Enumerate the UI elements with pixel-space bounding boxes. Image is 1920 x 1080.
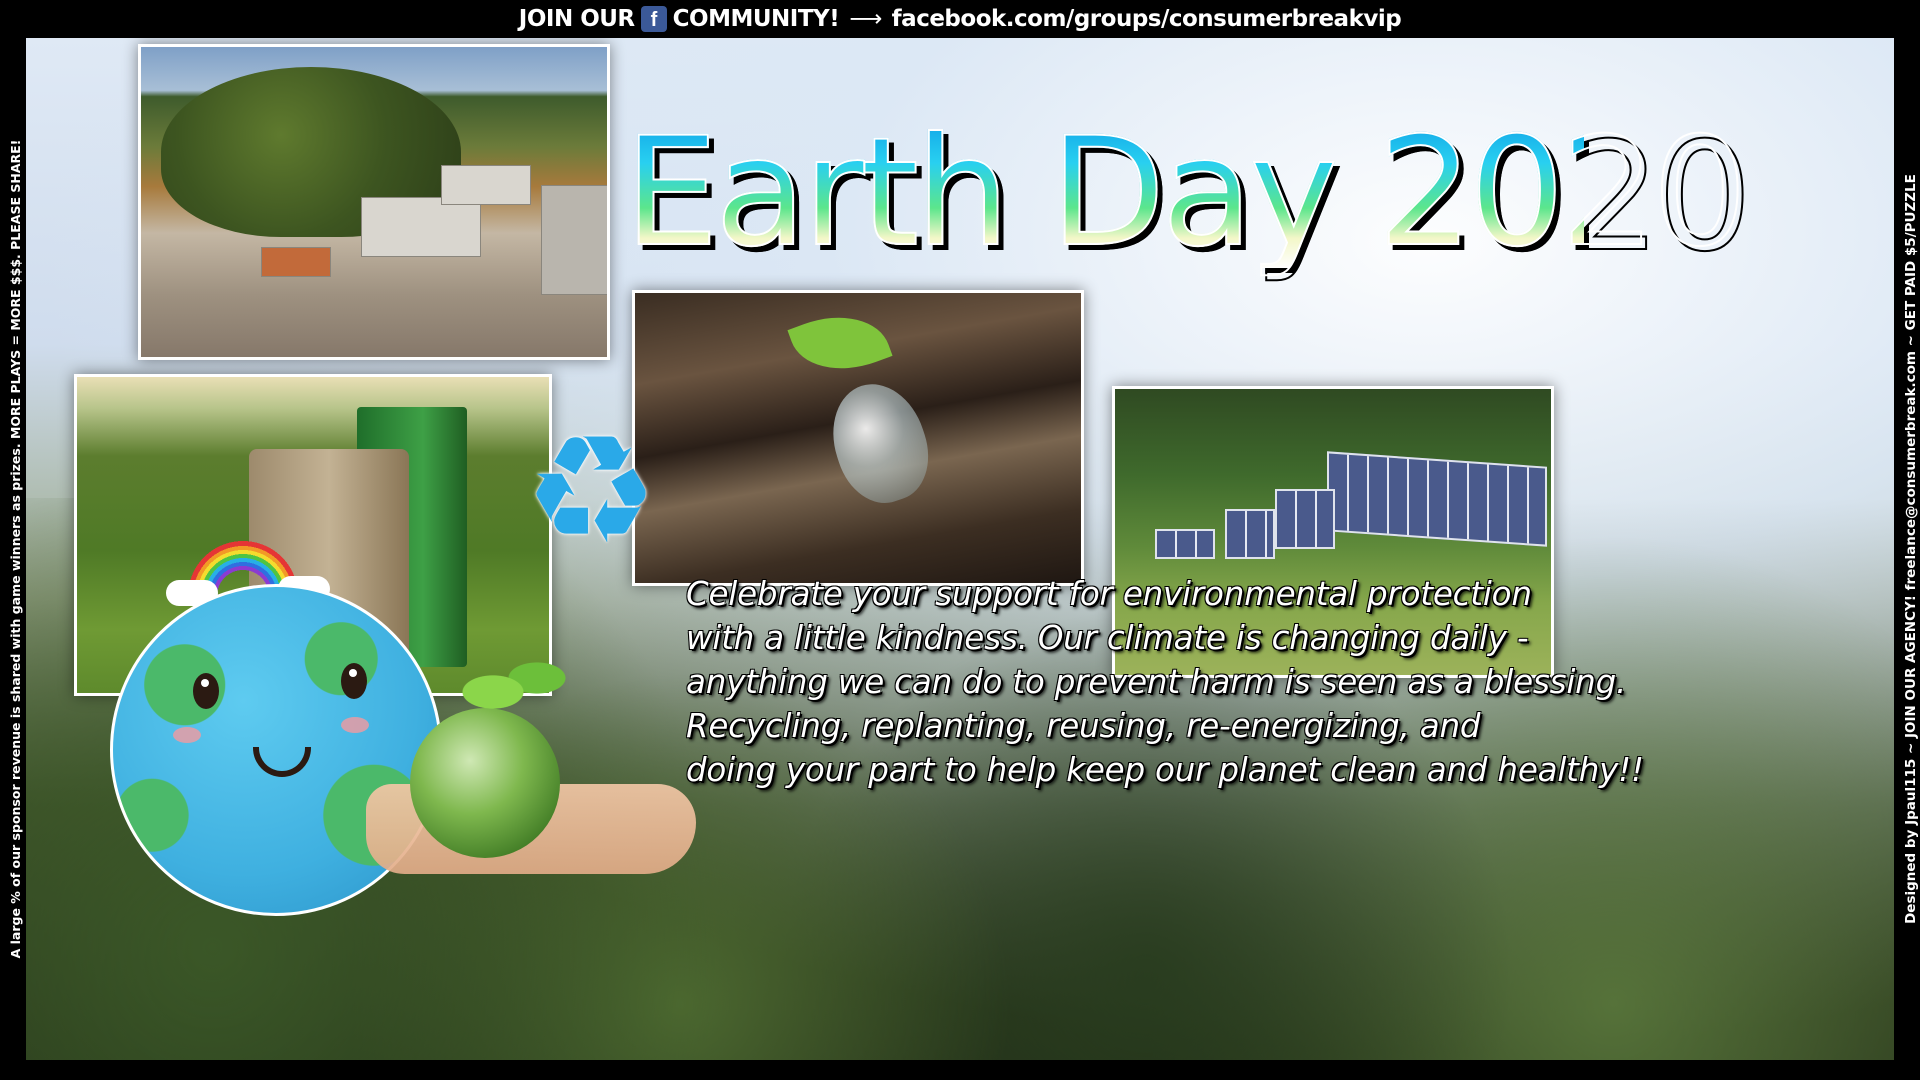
sprout-leaves [460,650,570,720]
join-our-text: JOIN OUR [518,6,635,32]
right-credits-strip: Designed by Jpaul115 ~ JOIN OUR AGENCY! … [1894,38,1920,1060]
earth-day-title: Earth Day 2020 [623,106,1749,280]
globe-sprout-icon [410,708,560,858]
message-line: Recycling, replanting, reusing, re-energ… [686,707,1481,745]
poster-canvas: Earth Day 2020 ♻ Celebrate your support … [26,38,1894,1060]
community-banner: JOIN OUR f COMMUNITY! ⟶ facebook.com/gro… [0,0,1920,38]
designer-credits: Designed by Jpaul115 ~ JOIN OUR AGENCY! … [1903,174,1919,924]
facebook-icon: f [640,6,667,32]
message-line: Celebrate your support for environmental… [686,575,1532,613]
bottom-border [0,1060,1920,1080]
earth-day-message: Celebrate your support for environmental… [686,572,1644,792]
facebook-group-link[interactable]: facebook.com/groups/consumerbreakvip [892,6,1402,32]
sponsor-revenue-note: A large % of our sponsor revenue is shar… [7,139,23,959]
message-line: with a little kindness. Our climate is c… [686,619,1529,657]
earth-mascot-group [110,530,696,1060]
community-text: COMMUNITY! [672,6,840,32]
arrow-right-icon: ⟶ [849,6,882,32]
message-line: anything we can do to prevent harm is se… [686,663,1627,701]
recycling-plant-photo [138,44,610,360]
lightbulb-plant-photo [632,290,1084,586]
left-sponsor-strip: A large % of our sponsor revenue is shar… [0,38,26,1060]
message-line: doing your part to help keep our planet … [686,751,1644,789]
